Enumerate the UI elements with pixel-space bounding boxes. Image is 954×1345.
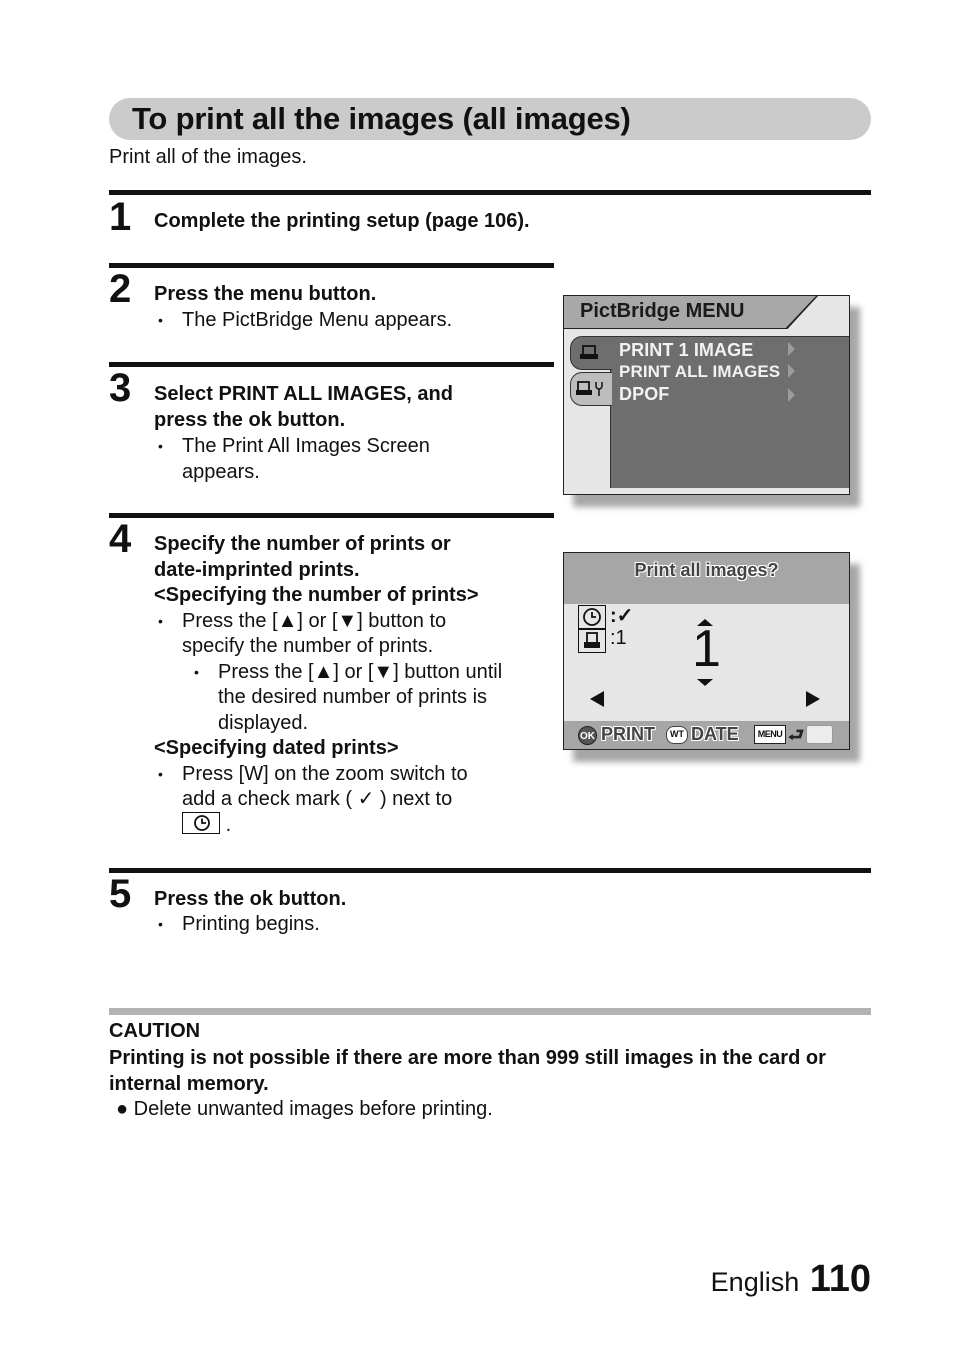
check-mark-icon: ✓ (357, 788, 375, 810)
step-3-body: The Print All Images Screen appears. (154, 434, 494, 485)
clock-icon (182, 812, 220, 835)
print-all-images-screen: Print all images? :✓ :1 1 OK PRINT WT DA… (563, 552, 850, 750)
screen-footer: OK PRINT WT DATE MENU ⮐ (564, 721, 849, 749)
intro-text: Print all of the images. (109, 146, 307, 168)
section-title-bar: To print all the images (all images) (109, 98, 871, 140)
step-number-3: 3 (109, 366, 132, 410)
menu-item-dpof[interactable]: DPOF (619, 384, 669, 405)
page-title: To print all the images (all images) (132, 101, 631, 136)
step-2-heading: Press the menu button. (154, 283, 377, 305)
menu-item-print-1-image[interactable]: PRINT 1 IMAGE (619, 340, 753, 361)
menu-tab-print-settings[interactable] (570, 372, 612, 406)
step-4-sub-bullet: Press the [▲] or [▼] button until the de… (190, 660, 535, 737)
date-setting-value: :✓ (610, 605, 634, 627)
step-number-4: 4 (109, 517, 132, 561)
printer-settings-icon (576, 381, 603, 396)
step-2-body: The PictBridge Menu appears. (154, 308, 554, 334)
caution-text: Printing is not possible if there are mo… (109, 1047, 826, 1095)
return-icon: ⮐ (788, 725, 805, 745)
copies-setting-value: :1 (610, 627, 627, 649)
blank-indicator (806, 725, 833, 744)
step-number-1: 1 (109, 195, 132, 239)
step-4-heading: Specify the number of prints or date-imp… (154, 532, 554, 583)
step-divider (109, 362, 554, 367)
caution-bullet: ● Delete unwanted images before printing… (116, 1098, 493, 1120)
check-mark-icon: ✓ (616, 605, 634, 627)
pictbridge-menu-screen: PictBridge MENU PRINT 1 IMAGE PRINT ALL … (563, 295, 850, 495)
chevron-right-icon (788, 364, 795, 378)
menu-item-print-all-images[interactable]: PRINT ALL IMAGES (619, 362, 780, 382)
step-3-heading: Select PRINT ALL IMAGES, and press the o… (154, 382, 554, 433)
arrow-right-icon[interactable] (806, 691, 820, 707)
caution-divider (109, 1008, 871, 1015)
step-divider (109, 513, 554, 518)
step-3-bullet: The Print All Images Screen appears. (154, 434, 494, 485)
arrow-left-icon[interactable] (590, 691, 604, 707)
step-1-heading: Complete the printing setup (page 106). (154, 210, 530, 232)
chevron-right-icon (788, 388, 795, 402)
zoom-wt-icon: WT (666, 726, 688, 744)
screen-title: Print all images? (634, 560, 779, 580)
page-footer: English 110 (711, 1258, 871, 1301)
step-number-5: 5 (109, 872, 132, 916)
language-label: English (710, 1267, 800, 1297)
menu-button-icon[interactable]: MENU (754, 725, 786, 744)
step-5-body: Printing begins. (154, 912, 554, 938)
step-3-heading-line: press the ok button. (154, 408, 346, 431)
step-4-bullet: Press [W] on the zoom switch to add a ch… (154, 762, 504, 839)
step-4-bullet: Press the [▲] or [▼] button to specify t… (154, 609, 494, 660)
copies-count: 1 (692, 620, 721, 678)
step-4-heading-line: date-imprinted prints. (154, 558, 360, 581)
step-divider (109, 868, 871, 873)
settings-icon-box (578, 605, 606, 653)
step-divider (109, 263, 554, 268)
date-label[interactable]: DATE (691, 724, 739, 745)
printer-icon (584, 632, 600, 648)
page-number: 110 (809, 1258, 871, 1300)
ok-button-icon: OK (578, 726, 597, 745)
step-4-heading-line: Specify the number of prints or (154, 533, 451, 555)
printer-icon (580, 345, 598, 359)
step-divider (109, 190, 871, 195)
menu-tab-print[interactable] (570, 336, 612, 370)
bullet-text: ) next to (379, 788, 453, 810)
step-3-heading-line: Select PRINT ALL IMAGES, and (154, 383, 453, 405)
step-4-body: <Specifying the number of prints> Press … (154, 583, 544, 838)
step-5-bullet: Printing begins. (154, 912, 554, 938)
bullet-text: . (225, 813, 232, 836)
menu-title: PictBridge MENU (580, 300, 745, 322)
step-number-2: 2 (109, 267, 132, 311)
subsection-number-of-prints: <Specifying the number of prints> (154, 584, 479, 606)
arrow-down-icon[interactable] (697, 679, 713, 686)
clock-icon (583, 608, 601, 626)
caution-label: CAUTION (109, 1020, 201, 1042)
step-2-bullet: The PictBridge Menu appears. (154, 308, 554, 334)
chevron-right-icon (788, 342, 795, 356)
print-label[interactable]: PRINT (601, 724, 655, 745)
subsection-dated-prints: <Specifying dated prints> (154, 737, 399, 759)
step-5-heading: Press the ok button. (154, 888, 347, 910)
